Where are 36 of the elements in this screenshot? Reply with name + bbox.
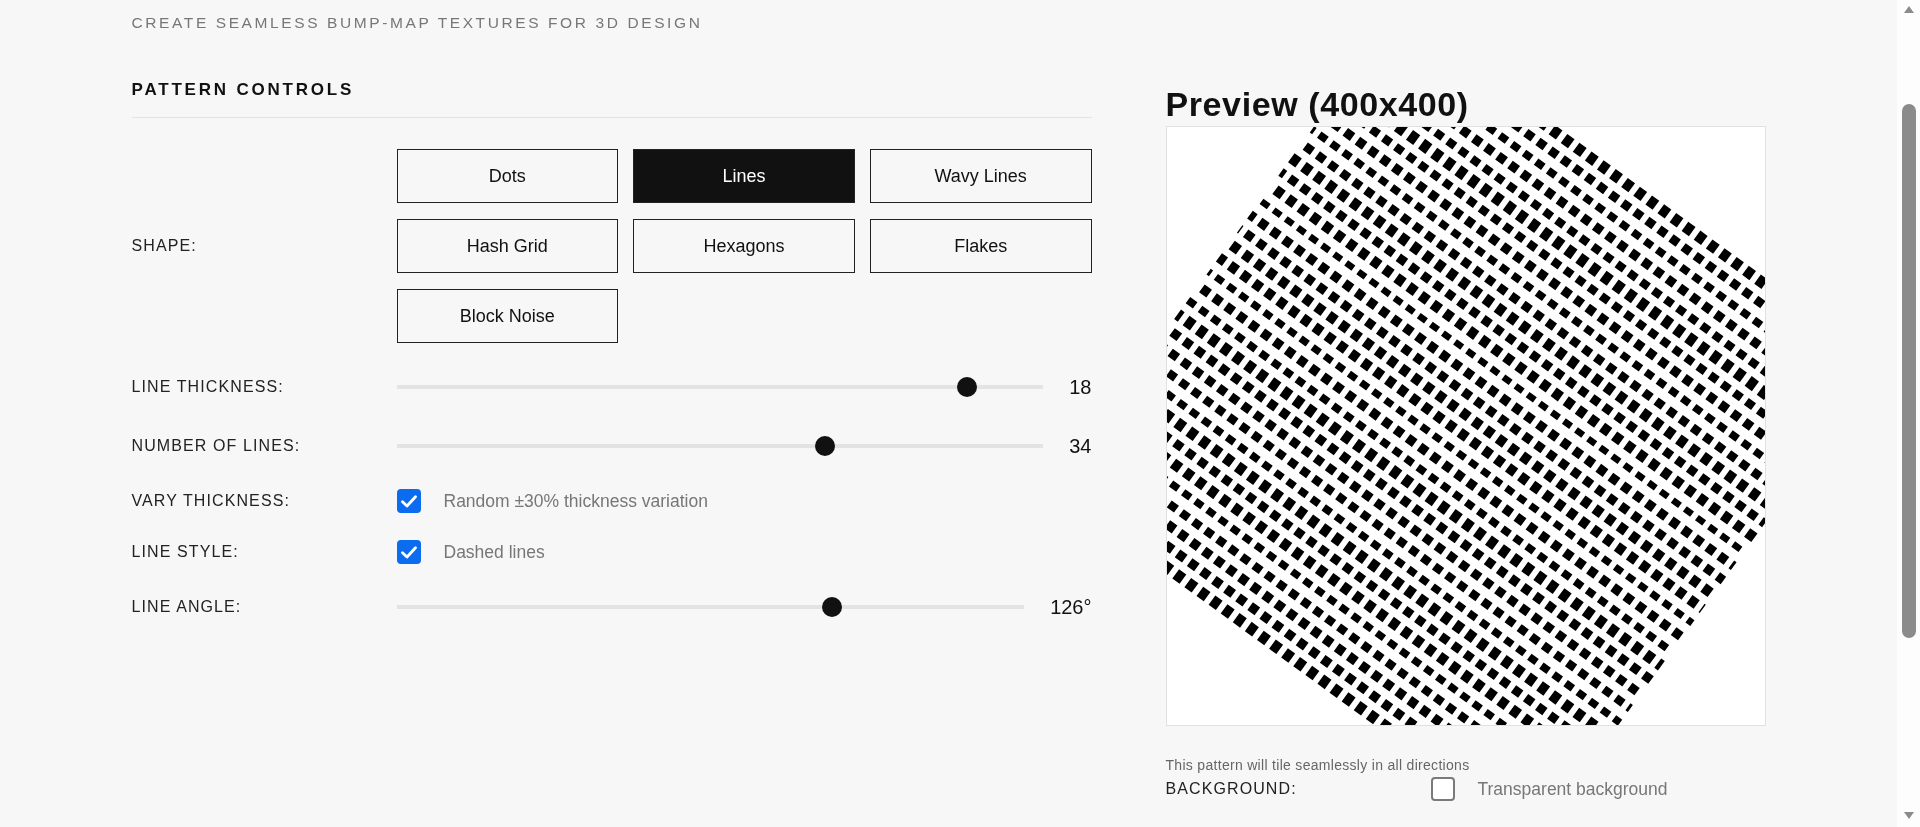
checkbox-label: Dashed lines: [443, 541, 545, 563]
section-title: PATTERN CONTROLS: [131, 79, 355, 101]
page-subtitle: CREATE SEAMLESS BUMP-MAP TEXTURES FOR 3D DESIGN: [131, 13, 703, 33]
checkbox-label: Random ±30% thickness variation: [443, 490, 708, 512]
slider-value: 34: [1069, 434, 1092, 458]
scrollbar-track[interactable]: [1897, 0, 1920, 827]
checkmark-icon: [400, 494, 417, 508]
field-label: NUMBER OF LINES:: [131, 436, 301, 456]
scroll-up-arrow-icon[interactable]: [1903, 6, 1914, 13]
shape-button[interactable]: Lines: [633, 149, 855, 203]
field-label: LINE STYLE:: [131, 542, 239, 562]
field-label: VARY THICKNESS:: [131, 491, 290, 511]
shape-button[interactable]: Dots: [396, 149, 619, 203]
shape-button[interactable]: Hexagons: [633, 219, 855, 273]
slider-thumb[interactable]: [814, 436, 835, 456]
scroll-down-arrow-icon[interactable]: [1903, 812, 1914, 819]
slider-value: 18: [1069, 375, 1092, 399]
slider-thumb[interactable]: [956, 377, 977, 397]
checkbox-label: Transparent background: [1477, 778, 1668, 800]
field-label: SHAPE:: [131, 236, 197, 256]
slider-thumb[interactable]: [821, 597, 842, 617]
field-label: LINE ANGLE:: [131, 597, 242, 617]
field-label: LINE THICKNESS:: [131, 377, 284, 397]
field-label: BACKGROUND:: [1165, 779, 1297, 799]
checkmark-icon: [400, 545, 417, 559]
preview-title: Preview (400x400): [1165, 85, 1469, 123]
preview-caption: This pattern will tile seamlessly in all directions: [1165, 756, 1470, 774]
scrollbar-thumb[interactable]: [1901, 104, 1916, 638]
checkbox[interactable]: [396, 489, 421, 513]
checkbox[interactable]: [1430, 777, 1455, 801]
slider-value: 126°: [1050, 595, 1092, 619]
shape-button[interactable]: Hash Grid: [396, 219, 619, 273]
shape-button[interactable]: Block Noise: [396, 289, 619, 343]
shape-button[interactable]: Wavy Lines: [869, 149, 1092, 203]
shape-button[interactable]: Flakes: [869, 219, 1092, 273]
checkbox[interactable]: [396, 540, 421, 564]
